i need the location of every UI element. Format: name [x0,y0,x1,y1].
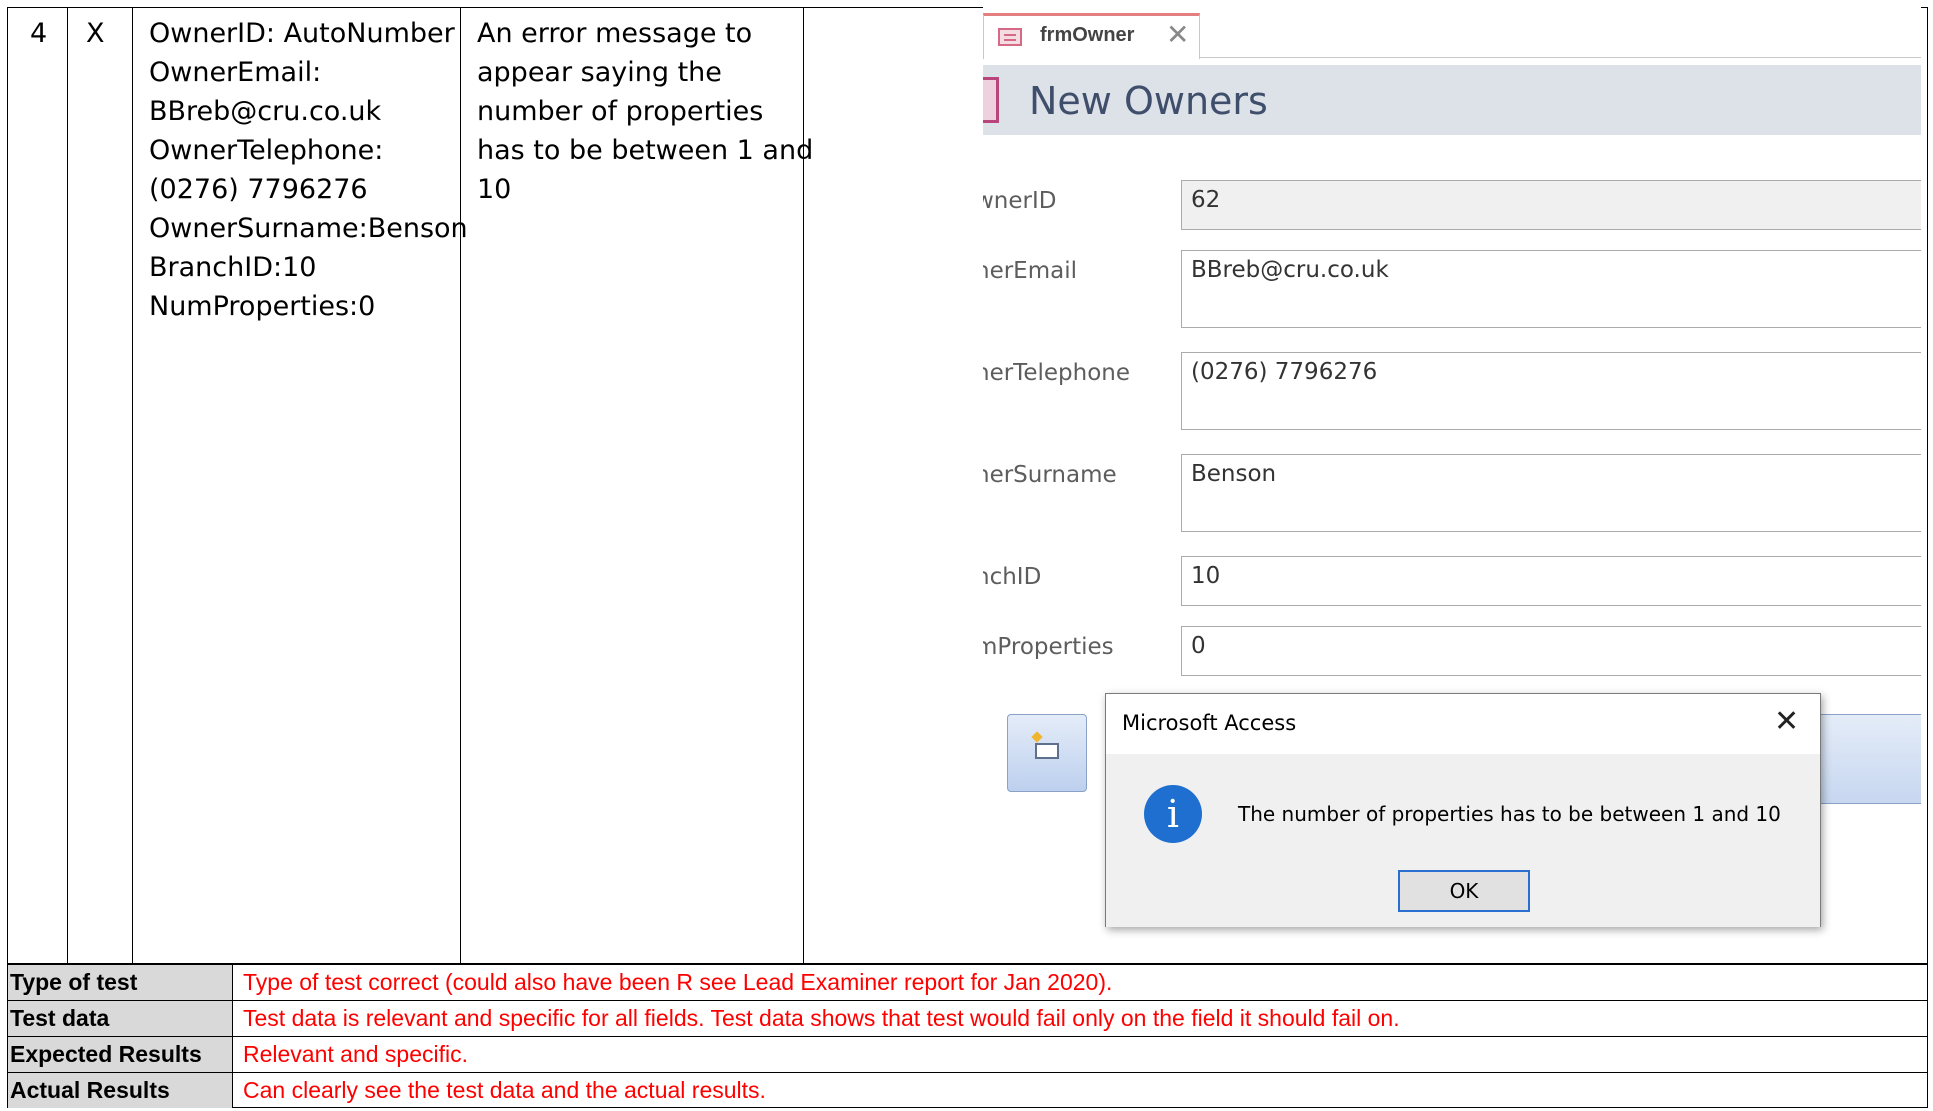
expected-line: number of properties [477,96,764,127]
owner-email-field[interactable]: BBreb@cru.co.uk [1181,250,1921,328]
num-properties-label: mProperties [983,634,1114,660]
test-data-line: OwnerSurname:Benson [149,213,468,244]
test-data-line: OwnerEmail: [149,57,322,88]
dialog-body: i The number of properties has to be bet… [1106,754,1820,927]
expected-line: An error message to [477,18,753,49]
feedback-row: Actual Results Can clearly see the test … [8,1072,1927,1108]
owner-email-label: nerEmail [983,258,1077,284]
owner-id-label: wnerID [983,188,1057,214]
owner-id-field[interactable]: 62 [1181,180,1921,230]
feedback-row: Type of test Type of test correct (could… [8,964,1927,1000]
expected-line: appear saying the [477,57,722,88]
info-icon: i [1144,785,1202,843]
feedback-label: Test data [8,1001,233,1036]
form-icon [983,77,999,123]
test-type: X [86,18,105,49]
tab-title: frmOwner [1040,24,1135,46]
expected-line: 10 [477,174,512,205]
dialog-message: The number of properties has to be betwe… [1238,802,1781,826]
form-icon [998,28,1022,46]
document-tab-bar: frmOwner ✕ [983,7,1921,59]
test-data-line: BranchID:10 [149,252,317,283]
owner-telephone-label: nerTelephone [983,360,1130,386]
test-data-line: OwnerTelephone: [149,135,384,166]
feedback-table: Type of test Type of test correct (could… [7,964,1928,1108]
test-data-line: BBreb@cru.co.uk [149,96,382,127]
test-data-line: NumProperties:0 [149,291,376,322]
new-record-icon [1035,743,1059,759]
close-icon[interactable]: ✕ [1166,18,1189,51]
dialog-titlebar: Microsoft Access ✕ [1106,694,1820,754]
feedback-label: Actual Results [8,1073,233,1108]
test-data-cell: OwnerID: AutoNumber OwnerEmail: BBreb@cr… [149,14,468,326]
column-divider [67,8,68,963]
feedback-comment: Can clearly see the test data and the ac… [243,1077,766,1103]
access-form-screenshot: frmOwner ✕ New Owners wnerID 62 nerEmail… [983,7,1921,957]
column-divider [132,8,133,963]
ok-button[interactable]: OK [1398,870,1530,912]
tab-frmowner[interactable]: frmOwner ✕ [983,13,1200,59]
owner-surname-field[interactable]: Benson [1181,454,1921,532]
feedback-label: Expected Results [8,1037,233,1072]
feedback-label: Type of test [8,965,233,1000]
expected-line: has to be between 1 and [477,135,814,166]
owner-telephone-field[interactable]: (0276) 7796276 [1181,352,1921,430]
new-record-button[interactable] [1007,714,1087,792]
feedback-row: Test data Test data is relevant and spec… [8,1000,1927,1036]
feedback-comment: Type of test correct (could also have be… [243,969,1113,995]
form-header: New Owners [983,65,1921,135]
dialog-title: Microsoft Access [1122,711,1297,735]
test-data-line: OwnerID: AutoNumber [149,18,455,49]
test-data-line: (0276) 7796276 [149,174,368,205]
form-title: New Owners [1029,79,1268,123]
feedback-row: Expected Results Relevant and specific. [8,1036,1927,1072]
expected-results-cell: An error message to appear saying the nu… [477,14,813,209]
feedback-comment: Relevant and specific. [243,1041,469,1067]
num-properties-field[interactable]: 0 [1181,626,1921,676]
branch-id-field[interactable]: 10 [1181,556,1921,606]
test-number: 4 [30,18,48,49]
branch-id-label: nchID [983,564,1042,590]
close-icon[interactable]: ✕ [1774,704,1799,739]
feedback-comment: Test data is relevant and specific for a… [243,1005,1400,1031]
owner-surname-label: nerSurname [983,462,1117,488]
error-dialog: Microsoft Access ✕ i The number of prope… [1105,693,1821,927]
